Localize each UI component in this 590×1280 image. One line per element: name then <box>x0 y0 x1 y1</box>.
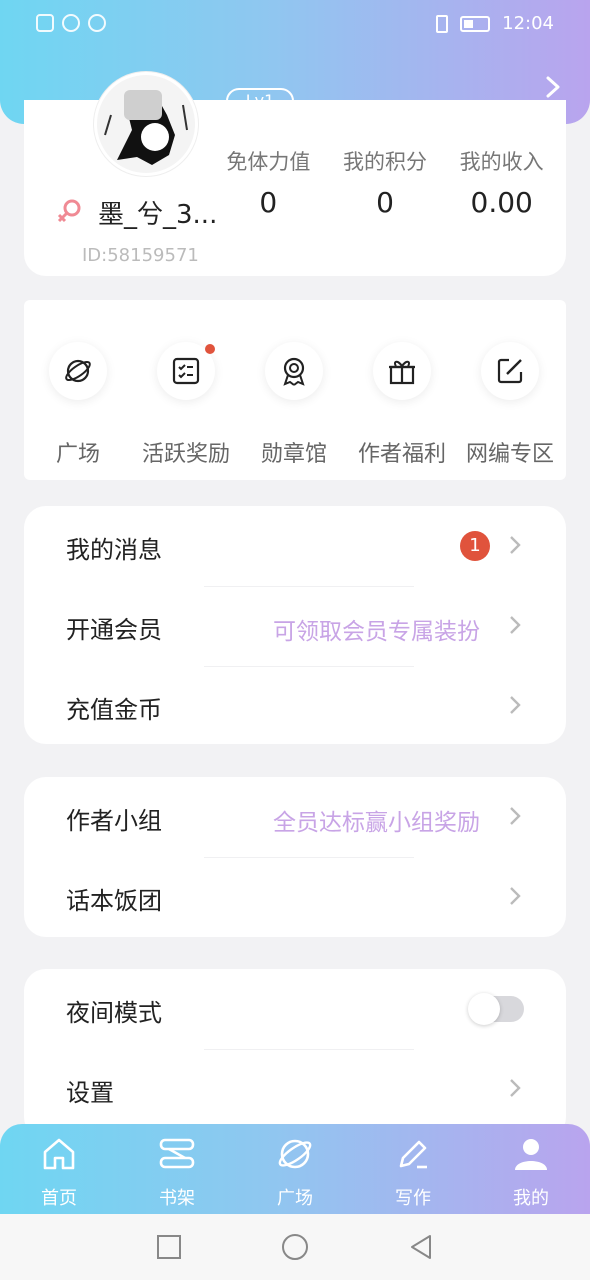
shortcut-editor-zone[interactable]: 网编专区 <box>456 342 564 468</box>
tab-label: 我的 <box>513 1188 549 1209</box>
user-id: ID:58159571 <box>82 245 199 266</box>
tab-plaza[interactable]: 广场 <box>236 1134 354 1210</box>
shortcut-medal-hall[interactable]: 勋章馆 <box>240 342 348 468</box>
bookshelf-icon <box>159 1138 195 1169</box>
night-mode-toggle[interactable] <box>468 993 524 1025</box>
stat-label: 我的收入 <box>459 150 544 174</box>
menu-label: 夜间模式 <box>66 999 162 1027</box>
status-right: 12:04 <box>436 13 554 34</box>
stat-value: 0 <box>376 186 394 219</box>
menu-group-account: 我的消息 1 开通会员 可领取会员专属装扮 充值金币 <box>24 506 566 744</box>
tab-home[interactable]: 首页 <box>0 1134 118 1210</box>
planet-icon <box>278 1139 312 1169</box>
menu-item-settings[interactable]: 设置 <box>24 1049 566 1129</box>
menu-hint: 全员达标赢小组奖励 <box>273 810 480 836</box>
chevron-right-icon <box>510 696 521 714</box>
shortcut-label: 广场 <box>55 442 100 467</box>
chevron-right-icon <box>510 1079 521 1097</box>
back-icon[interactable] <box>406 1232 436 1262</box>
home-button-icon[interactable] <box>280 1232 310 1262</box>
avatar-image <box>97 75 195 173</box>
menu-label: 作者小组 <box>66 807 162 835</box>
shortcut-label: 作者福利 <box>357 442 446 467</box>
shortcut-circle <box>373 342 431 400</box>
level-badge: Lv1 <box>226 88 294 114</box>
menu-label: 我的消息 <box>66 536 162 564</box>
stats-row: 免体力值 0 我的积分 0 我的收入 0.00 <box>210 146 560 219</box>
battery-icon <box>460 15 491 32</box>
chevron-right-icon <box>510 536 521 554</box>
menu-label: 设置 <box>66 1079 114 1107</box>
tab-mine[interactable]: 我的 <box>472 1134 590 1210</box>
bottom-tab-bar: 首页 书架 广场 写作 我的 <box>0 1124 590 1214</box>
shortcut-label: 勋章馆 <box>260 442 327 467</box>
menu-item-messages[interactable]: 我的消息 1 <box>24 506 566 586</box>
shortcut-card: 广场 活跃奖励 勋章馆 作者福利 网编专区 <box>24 300 566 480</box>
menu-item-night-mode[interactable]: 夜间模式 <box>24 969 566 1049</box>
username: 墨_兮_3... <box>98 200 218 230</box>
menu-group-settings: 夜间模式 设置 <box>24 969 566 1139</box>
gift-icon <box>389 360 415 385</box>
shortcut-label: 活跃奖励 <box>141 442 230 467</box>
menu-item-recharge[interactable]: 充值金币 <box>24 666 566 746</box>
status-time: 12:04 <box>502 13 554 34</box>
system-nav-bar <box>0 1214 590 1280</box>
stat-value: 0.00 <box>470 186 533 219</box>
recent-apps-icon[interactable] <box>154 1232 184 1262</box>
stat-stamina[interactable]: 免体力值 0 <box>210 146 327 219</box>
stat-income[interactable]: 我的收入 0.00 <box>443 146 560 219</box>
menu-label: 开通会员 <box>66 616 162 644</box>
menu-item-fan-group[interactable]: 话本饭团 <box>24 857 566 937</box>
menu-item-author-group[interactable]: 作者小组 全员达标赢小组奖励 <box>24 777 566 857</box>
stat-label: 免体力值 <box>226 150 311 174</box>
toggle-knob <box>468 993 500 1025</box>
alert-icon <box>36 14 54 32</box>
user-icon <box>515 1139 547 1170</box>
tab-label: 写作 <box>395 1188 431 1209</box>
edit-icon <box>497 358 523 384</box>
tab-label: 广场 <box>277 1188 313 1209</box>
shortcut-label: 网编专区 <box>465 442 554 467</box>
alarm-icon <box>88 14 106 32</box>
tab-write[interactable]: 写作 <box>354 1134 472 1210</box>
avatar[interactable] <box>94 72 198 176</box>
stat-label: 我的积分 <box>343 150 427 174</box>
menu-hint: 可领取会员专属装扮 <box>273 619 480 645</box>
shortcut-author-benefits[interactable]: 作者福利 <box>348 342 456 468</box>
pen-icon <box>399 1140 427 1169</box>
tab-bookshelf[interactable]: 书架 <box>118 1134 236 1210</box>
status-left <box>36 14 106 32</box>
chevron-right-icon[interactable] <box>542 72 564 102</box>
female-icon <box>57 199 81 223</box>
stat-value: 0 <box>259 186 278 219</box>
menu-group-community: 作者小组 全员达标赢小组奖励 话本饭团 <box>24 777 566 937</box>
chevron-right-icon <box>510 807 521 825</box>
status-bar: 12:04 <box>0 0 590 52</box>
chevron-right-icon <box>510 616 521 634</box>
shortcut-activity-reward[interactable]: 活跃奖励 <box>132 342 240 468</box>
notification-dot <box>205 344 215 354</box>
vibrate-icon <box>436 14 449 33</box>
checklist-icon <box>172 357 200 385</box>
tab-label: 书架 <box>159 1188 195 1209</box>
shortcut-circle <box>481 342 539 400</box>
home-icon <box>43 1138 75 1170</box>
shortcut-circle <box>157 342 215 400</box>
stat-points[interactable]: 我的积分 0 <box>327 146 444 219</box>
shortcut-plaza[interactable]: 广场 <box>24 342 132 468</box>
medal-icon <box>283 357 305 386</box>
shortcut-circle <box>265 342 323 400</box>
menu-label: 充值金币 <box>66 696 162 724</box>
wifi-icon <box>62 14 80 32</box>
unread-badge: 1 <box>460 531 490 561</box>
tab-label: 首页 <box>41 1188 77 1209</box>
menu-item-membership[interactable]: 开通会员 可领取会员专属装扮 <box>24 586 566 666</box>
chevron-right-icon <box>510 887 521 905</box>
menu-label: 话本饭团 <box>66 887 162 915</box>
shortcut-circle <box>49 342 107 400</box>
planet-icon <box>65 359 91 383</box>
